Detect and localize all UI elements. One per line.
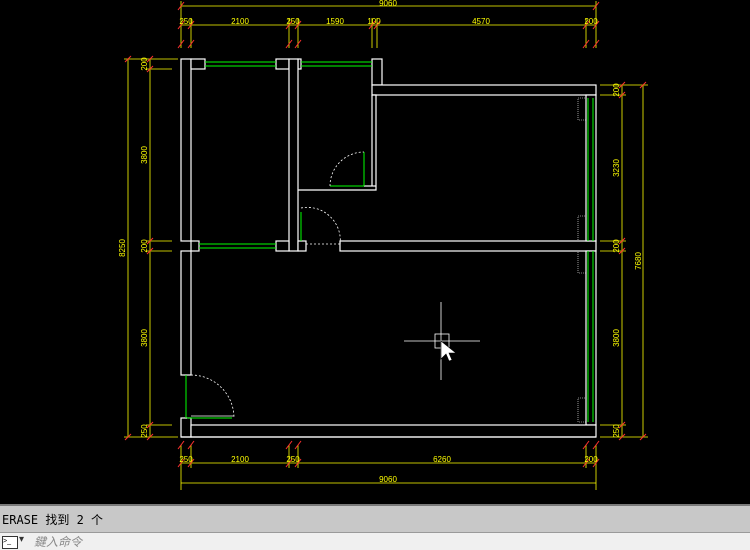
radiators	[577, 97, 587, 423]
dim-left-total: 8250	[118, 239, 127, 257]
bottom-dimension-chain: 250 2100 250 6260 200 9060	[177, 440, 600, 490]
dim-bottom-1: 250	[179, 455, 193, 464]
dim-bottom-3: 250	[286, 455, 300, 464]
dim-top-6: 4570	[472, 17, 490, 26]
crosshair-cursor-icon	[404, 302, 480, 380]
dim-right-5: 250	[612, 424, 621, 438]
dim-left-4: 3800	[140, 329, 149, 347]
floor-plan-drawing: 9060 250 2100 250 1590 100 4570 200 250 …	[118, 0, 648, 490]
command-line[interactable]: >_ ▾	[0, 532, 750, 550]
dim-left-2: 3800	[140, 146, 149, 164]
command-input[interactable]	[34, 534, 734, 549]
command-line-icon[interactable]: >_	[2, 536, 18, 549]
chevron-down-icon[interactable]: ▾	[19, 534, 24, 545]
door-swings	[190, 151, 365, 419]
dim-right-2: 3230	[612, 159, 621, 177]
dim-right-1: 200	[612, 83, 621, 97]
dim-top-1: 250	[179, 17, 193, 26]
dim-left-3: 200	[140, 239, 149, 253]
dim-top-total: 9060	[379, 0, 397, 8]
left-dimension-chain: 200 3800 200 3800 250 8250	[118, 55, 178, 441]
dim-left-5: 250	[140, 424, 149, 438]
command-area: ERASE 找到 2 个 >_ ▾	[0, 504, 750, 550]
dim-right-4: 3800	[612, 329, 621, 347]
dim-right-total: 7680	[634, 252, 643, 270]
dim-top-7: 200	[584, 17, 598, 26]
dim-bottom-5: 200	[584, 455, 598, 464]
dim-top-4: 1590	[326, 17, 344, 26]
command-history: ERASE 找到 2 个	[2, 513, 104, 527]
dim-left-1: 200	[140, 57, 149, 71]
drawing-canvas[interactable]: 9060 250 2100 250 1590 100 4570 200 250 …	[0, 0, 750, 504]
dim-bottom-4: 6260	[433, 455, 451, 464]
dim-top-2: 2100	[231, 17, 249, 26]
dim-right-3: 200	[612, 239, 621, 253]
top-dimension-chain: 9060 250 2100 250 1590 100 4570 200	[177, 0, 600, 49]
dim-top-3: 250	[286, 17, 300, 26]
dim-bottom-total: 9060	[379, 475, 397, 484]
dim-bottom-2: 2100	[231, 455, 249, 464]
right-dimension-chain: 200 3230 200 3800 250 7680	[600, 81, 648, 441]
dim-top-5: 100	[367, 17, 381, 26]
